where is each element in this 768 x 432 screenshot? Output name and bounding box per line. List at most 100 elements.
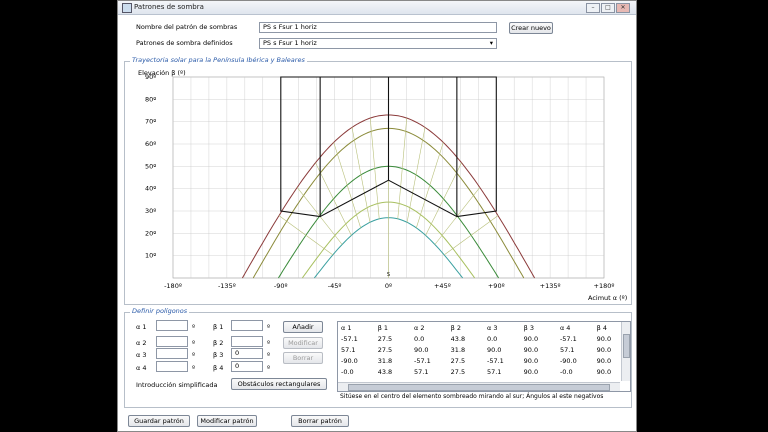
modify-button[interactable]: Modificar — [283, 337, 323, 349]
table-cell: -90.0 — [341, 356, 358, 365]
table-cell: -0.0 — [559, 367, 573, 376]
delete-button[interactable]: Borrar — [283, 352, 323, 364]
x-tick-label: -180º — [164, 282, 182, 290]
table-cell: 27.5 — [450, 367, 466, 376]
orientation-hint: Sitúese en el centro del elemento sombre… — [340, 393, 604, 400]
table-cell: 43.8 — [450, 334, 466, 343]
south-marker: S — [387, 272, 390, 278]
beta-3-degree: º — [267, 351, 271, 359]
polygon-group-title: Definir polígonos — [130, 307, 190, 315]
beta-2-label: β 2 — [213, 339, 224, 347]
alpha-3-degree: º — [192, 351, 196, 359]
alpha-1-input[interactable] — [156, 320, 188, 331]
y-tick-label: 80º — [145, 95, 156, 103]
polygon-table[interactable]: α 1 β 1 α 2 β 2 α 3 β 3 α 4 β 4 -57.1 27… — [337, 321, 631, 392]
table-cell: 31.8 — [450, 345, 466, 354]
table-cell: 90.0 — [486, 345, 502, 354]
app-icon — [122, 3, 132, 13]
table-cell: 27.5 — [377, 334, 393, 343]
table-cell: 31.8 — [377, 356, 393, 365]
beta-4-input[interactable]: 0 — [231, 361, 263, 372]
table-cell: 43.8 — [377, 367, 393, 376]
table-row[interactable]: 57.1 27.5 90.0 31.8 90.0 90.0 57.1 90.0 — [338, 344, 630, 355]
horizontal-scrollbar[interactable] — [338, 382, 620, 391]
table-row[interactable]: -0.0 43.8 57.1 27.5 57.1 90.0 -0.0 90.0 — [338, 366, 630, 377]
save-pattern-button[interactable]: Guardar patrón — [128, 415, 190, 427]
chart-group-title: Trayectoria solar para la Península Ibér… — [130, 56, 307, 64]
beta-1-label: β 1 — [213, 323, 224, 331]
defined-patterns-value: PS s Fsur 1 horiz — [263, 39, 317, 47]
table-cell: 90.0 — [523, 356, 539, 365]
sun-path-chart: Elevación β (º) Acimut α (º) 10º20º30º40… — [138, 69, 627, 302]
y-tick-label: 90º — [145, 73, 156, 81]
table-cell: -0.0 — [341, 367, 354, 376]
alpha-2-input[interactable] — [156, 336, 188, 347]
x-tick-label: +45º — [434, 282, 451, 290]
column-header: α 4 — [559, 323, 571, 332]
y-tick-label: 40º — [145, 185, 156, 193]
x-tick-label: +90º — [488, 282, 505, 290]
table-cell: -57.1 — [341, 334, 358, 343]
column-header: α 2 — [413, 323, 425, 332]
table-row[interactable]: -57.1 27.5 0.0 43.8 0.0 90.0 -57.1 90.0 — [338, 333, 630, 344]
defined-patterns-select[interactable]: PS s Fsur 1 horiz ▾ — [259, 38, 497, 49]
x-tick-label: -135º — [218, 282, 236, 290]
alpha-3-input[interactable] — [156, 348, 188, 359]
delete-pattern-button[interactable]: Borrar patrón — [291, 415, 349, 427]
table-cell: -57.1 — [413, 356, 431, 365]
beta-2-input[interactable] — [231, 336, 263, 347]
alpha-2-label: α 2 — [136, 339, 147, 347]
beta-1-input[interactable] — [231, 320, 263, 331]
beta-3-label: β 3 — [213, 351, 224, 359]
modify-pattern-button[interactable]: Modificar patrón — [197, 415, 257, 427]
table-row[interactable]: -90.0 31.8 -57.1 27.5 -57.1 90.0 -90.0 9… — [338, 355, 630, 366]
beta-2-degree: º — [267, 339, 271, 347]
table-cell: -57.1 — [559, 334, 577, 343]
table-cell: 90.0 — [523, 345, 539, 354]
maximize-icon[interactable]: □ — [601, 3, 615, 13]
close-icon[interactable]: ✕ — [616, 3, 630, 13]
table-cell: 57.1 — [486, 367, 502, 376]
beta-1-degree: º — [267, 323, 271, 331]
polygon-table-grid: α 1 β 1 α 2 β 2 α 3 β 3 α 4 β 4 -57.1 27… — [338, 322, 630, 377]
y-tick-label: 10º — [145, 252, 156, 260]
table-cell: -57.1 — [486, 356, 504, 365]
table-cell: 57.1 — [559, 345, 575, 354]
table-cell: -90.0 — [559, 356, 577, 365]
chevron-down-icon: ▾ — [489, 39, 493, 47]
y-tick-label: 60º — [145, 140, 156, 148]
table-cell: 27.5 — [450, 356, 466, 365]
rectangular-obstacles-button[interactable]: Obstáculos rectangulares — [231, 378, 327, 390]
alpha-4-degree: º — [192, 364, 196, 372]
vertical-scrollbar[interactable] — [621, 322, 630, 381]
beta-4-label: β 4 — [213, 364, 224, 372]
table-cell: 0.0 — [413, 334, 425, 343]
table-cell: 57.1 — [341, 345, 356, 354]
x-tick-label: +180º — [594, 282, 615, 290]
horizontal-scroll-thumb[interactable] — [348, 384, 610, 391]
x-tick-label: -45º — [328, 282, 342, 290]
y-tick-label: 70º — [145, 118, 156, 126]
alpha-4-label: α 4 — [136, 364, 147, 372]
shadow-patterns-window: Patrones de sombra – □ ✕ Nombre del patr… — [117, 0, 637, 432]
window-title: Patrones de sombra — [134, 3, 204, 11]
pattern-name-input[interactable]: PS s Fsur 1 horiz — [259, 22, 497, 33]
table-header-row: α 1 β 1 α 2 β 2 α 3 β 3 α 4 β 4 — [338, 322, 630, 333]
x-tick-label: 0º — [385, 282, 392, 290]
table-cell: 90.0 — [413, 345, 429, 354]
simplified-input-label: Introducción simplificada — [136, 381, 218, 389]
vertical-scroll-thumb[interactable] — [623, 334, 630, 358]
alpha-4-input[interactable] — [156, 361, 188, 372]
x-tick-label: -90º — [274, 282, 288, 290]
y-tick-label: 20º — [145, 229, 156, 237]
table-cell: 90.0 — [523, 334, 539, 343]
minimize-icon[interactable]: – — [586, 3, 600, 13]
table-cell: 57.1 — [413, 367, 429, 376]
add-button[interactable]: Añadir — [283, 321, 323, 333]
beta-3-input[interactable]: 0 — [231, 348, 263, 359]
create-new-button[interactable]: Crear nuevo — [509, 22, 553, 34]
alpha-2-degree: º — [192, 339, 196, 347]
x-axis-label: Acimut α (º) — [588, 294, 627, 302]
column-header: α 3 — [486, 323, 498, 332]
table-cell: 90.0 — [523, 367, 539, 376]
